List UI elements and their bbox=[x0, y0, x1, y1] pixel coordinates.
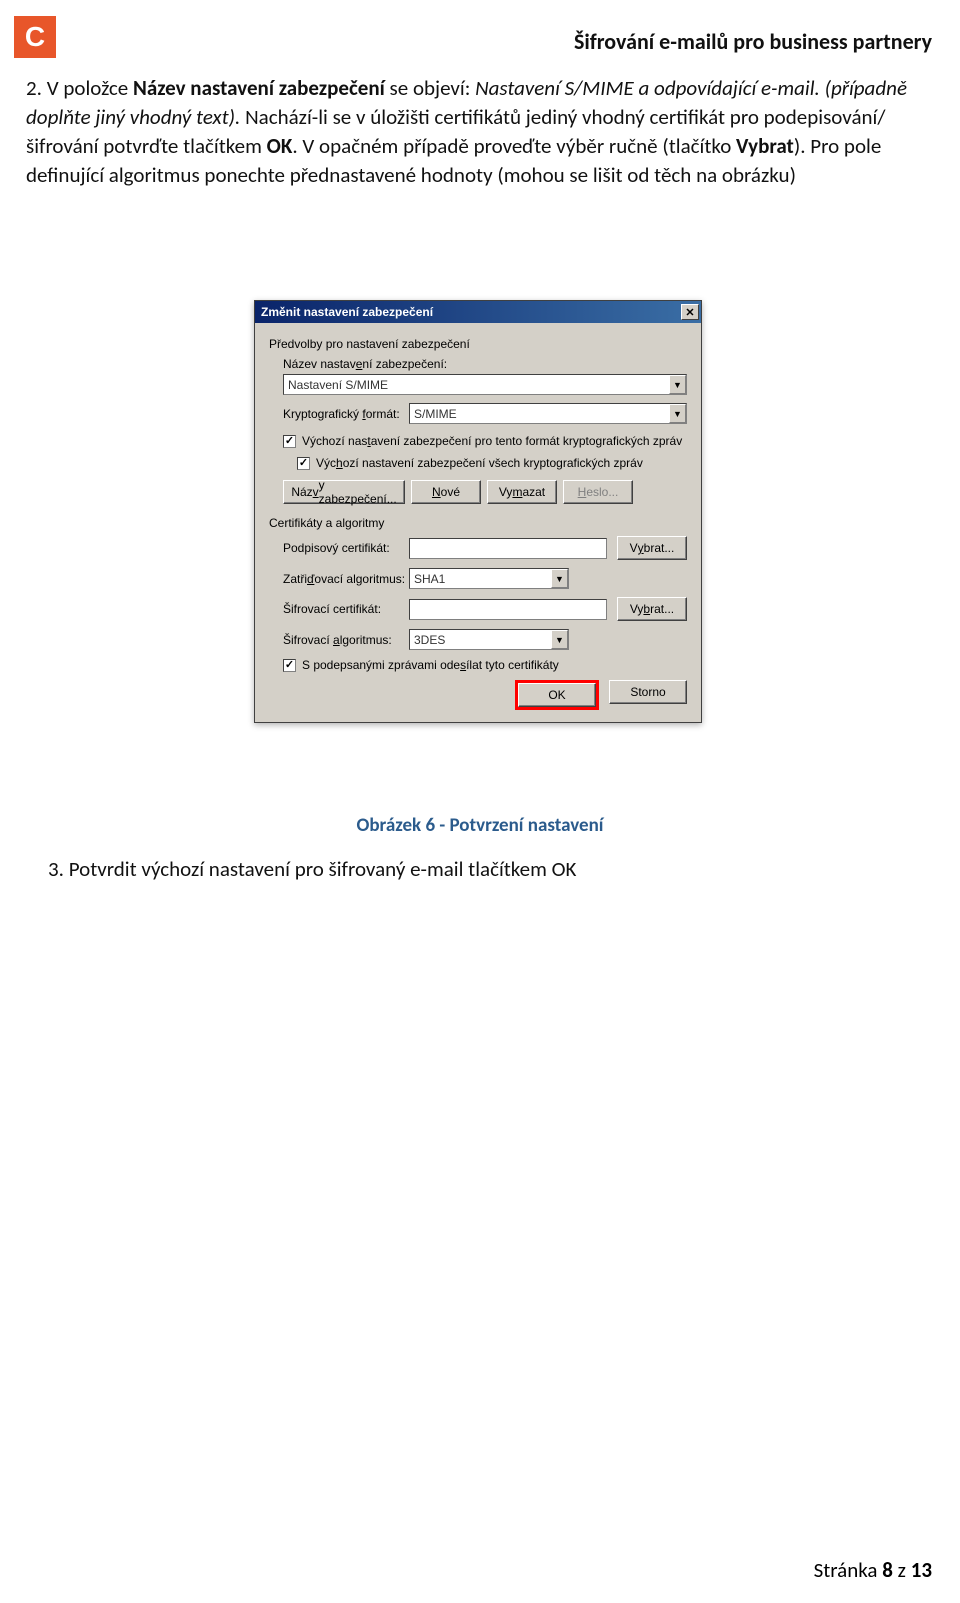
figure-caption: Obrázek 6 - Potvrzení nastavení bbox=[0, 814, 960, 837]
delete-button[interactable]: Vymazat bbox=[487, 480, 557, 504]
ok-button[interactable]: OK bbox=[518, 683, 596, 707]
text: 3. Potvrdit výchozí nastavení pro šifrov… bbox=[48, 856, 552, 882]
text-bold: OK bbox=[267, 133, 293, 159]
doc-title: Šifrování e-mailů pro business partnery bbox=[574, 28, 932, 55]
text: 2. V položce bbox=[26, 75, 133, 101]
instruction-step-3: 3. Potvrdit výchozí nastavení pro šifrov… bbox=[48, 856, 932, 882]
cb3-label: S podepsanými zprávami odesílat tyto cer… bbox=[302, 658, 559, 672]
name-label: Název nastavení zabezpečení: bbox=[283, 357, 687, 371]
security-settings-dialog: Změnit nastavení zabezpečení ✕ Předvolby… bbox=[254, 300, 702, 723]
cb1-label: Výchozí nastavení zabezpečení pro tento … bbox=[302, 434, 682, 448]
security-name-input[interactable] bbox=[283, 374, 687, 395]
ok-highlight-box: OK bbox=[515, 680, 599, 710]
enc-alg-label: Šifrovací algoritmus: bbox=[283, 633, 409, 647]
logo-letter: C bbox=[25, 23, 45, 51]
sign-cert-label: Podpisový certifikát: bbox=[283, 541, 409, 555]
default-format-checkbox[interactable]: ✓ bbox=[283, 435, 296, 448]
text: . V opačném případě proveďte výběr ručně… bbox=[292, 133, 736, 159]
cb2-label: Výchozí nastavení zabezpečení všech kryp… bbox=[316, 456, 643, 470]
enc-algorithm-select[interactable] bbox=[409, 629, 569, 650]
text-bold: OK bbox=[552, 856, 577, 882]
chevron-down-icon[interactable]: ▼ bbox=[551, 630, 568, 649]
close-icon[interactable]: ✕ bbox=[681, 304, 699, 320]
send-certs-checkbox[interactable]: ✓ bbox=[283, 659, 296, 672]
new-button[interactable]: Nové bbox=[411, 480, 481, 504]
password-button: Heslo... bbox=[563, 480, 633, 504]
enc-cert-label: Šifrovací certifikát: bbox=[283, 602, 409, 616]
enc-cert-field bbox=[409, 599, 607, 620]
security-names-button[interactable]: Názvy zabezpečení... bbox=[283, 480, 405, 504]
section-preferences: Předvolby pro nastavení zabezpečení bbox=[269, 337, 687, 351]
dialog-titlebar[interactable]: Změnit nastavení zabezpečení ✕ bbox=[255, 301, 701, 323]
format-label: Kryptografický formát: bbox=[283, 407, 409, 421]
text: se objeví: bbox=[385, 75, 475, 101]
page-number: Stránka 8 z 13 bbox=[814, 1557, 932, 1583]
cancel-button[interactable]: Storno bbox=[609, 680, 687, 704]
choose-enc-cert-button[interactable]: Vybrat... bbox=[617, 597, 687, 621]
default-all-checkbox[interactable]: ✓ bbox=[297, 457, 310, 470]
hash-algorithm-select[interactable] bbox=[409, 568, 569, 589]
dialog-body: Předvolby pro nastavení zabezpečení Náze… bbox=[255, 323, 701, 722]
choose-sign-cert-button[interactable]: Vybrat... bbox=[617, 536, 687, 560]
hash-label: Zatřiďovací algoritmus: bbox=[283, 572, 409, 586]
chevron-down-icon[interactable]: ▼ bbox=[669, 404, 686, 423]
instruction-step-2: 2. V položce Název nastavení zabezpečení… bbox=[26, 74, 932, 190]
dialog-title: Změnit nastavení zabezpečení bbox=[261, 305, 433, 319]
section-certificates: Certifikáty a algoritmy bbox=[269, 516, 687, 530]
chevron-down-icon[interactable]: ▼ bbox=[669, 375, 686, 394]
logo: C bbox=[14, 16, 56, 58]
crypto-format-select[interactable] bbox=[409, 403, 687, 424]
sign-cert-field bbox=[409, 538, 607, 559]
text-bold: Název nastavení zabezpečení bbox=[133, 75, 385, 101]
chevron-down-icon[interactable]: ▼ bbox=[551, 569, 568, 588]
text-bold: Vybrat bbox=[736, 133, 794, 159]
